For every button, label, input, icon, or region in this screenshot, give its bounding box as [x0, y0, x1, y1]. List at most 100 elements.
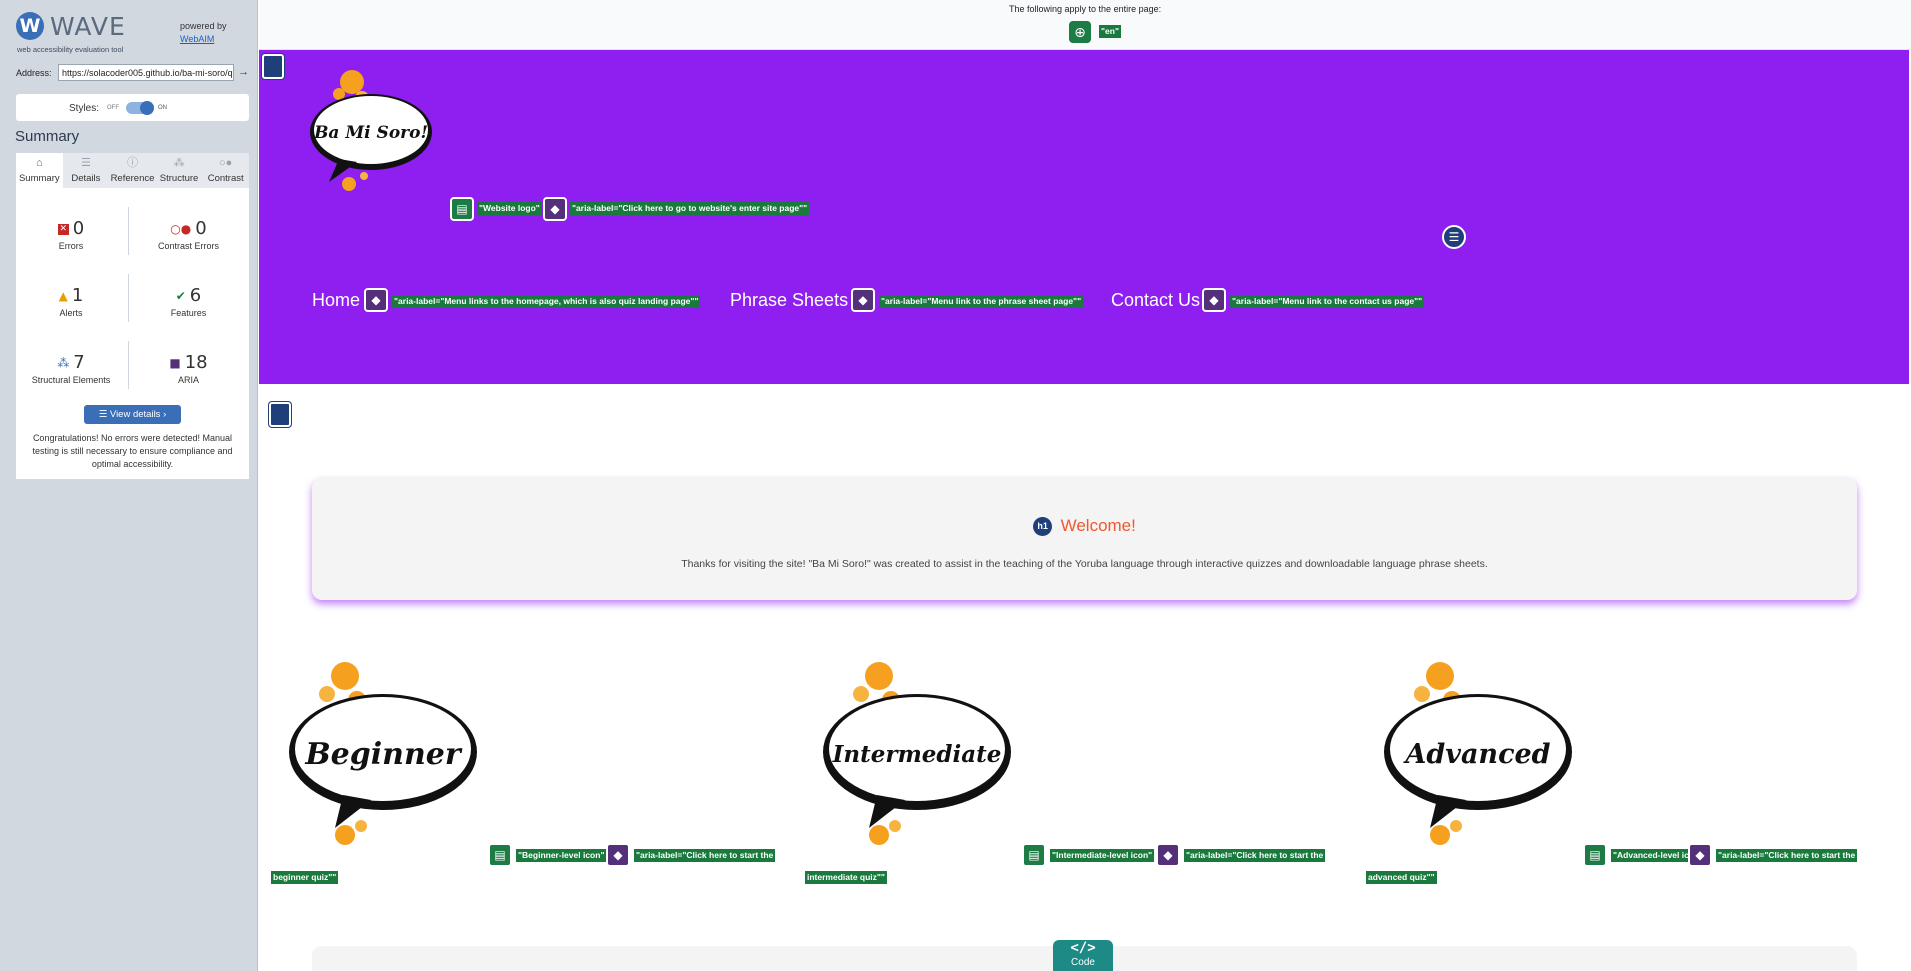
beginner-aria-label: "aria-label="Click here to start the	[634, 849, 776, 862]
go-arrow-icon[interactable]: →	[238, 66, 249, 78]
styles-toggle[interactable]	[126, 101, 154, 115]
styles-toggle-row: Styles: OFF ON	[16, 94, 249, 121]
aria-tag-icon[interactable]: ◆	[543, 197, 567, 221]
errors-stat[interactable]: ✕ 0 Errors	[16, 218, 126, 251]
header-landmark-icon[interactable]	[262, 54, 284, 79]
styles-off-label: OFF	[107, 105, 119, 111]
features-stat[interactable]: ✔ 6 Features	[128, 285, 249, 318]
view-details-label: View details ›	[109, 409, 167, 420]
errors-count: 0	[72, 218, 85, 239]
nav-phrase-sheets[interactable]: Phrase Sheets	[730, 290, 848, 311]
main-content: h1 Welcome! Thanks for visiting the site…	[259, 384, 1911, 971]
features-count: 6	[189, 285, 202, 306]
styles-on-label: ON	[158, 105, 167, 111]
advanced-aria-label: "aria-label="Click here to start the	[1716, 849, 1858, 862]
beginner-word: Beginner	[304, 737, 463, 772]
welcome-text: Thanks for visiting the site! "Ba Mi Sor…	[681, 558, 1488, 570]
h1-badge-icon[interactable]: h1	[1033, 516, 1053, 536]
alt-text-icon[interactable]: ▤	[488, 843, 512, 867]
congratulations-text: Congratulations! No errors were detected…	[32, 433, 233, 469]
tab-contrast[interactable]: ○● Contrast	[202, 153, 249, 188]
aria-tag-icon[interactable]: ◆	[1202, 288, 1226, 312]
list-icon: ☰	[80, 157, 91, 169]
list-icon: ☰	[98, 409, 110, 420]
alert-icon: ▲	[58, 289, 68, 303]
wave-brand: W WAVE web accessibility evaluation tool…	[14, 10, 254, 56]
logo-alt-label: "Website logo"	[477, 202, 542, 215]
nav-contact-us[interactable]: Contact Us	[1111, 290, 1200, 311]
nav-home[interactable]: Home	[312, 290, 360, 311]
aria-tag-icon[interactable]: ◆	[851, 288, 875, 312]
main-landmark-icon[interactable]	[269, 402, 291, 427]
tab-contrast-label: Contrast	[207, 173, 244, 184]
view-details-button[interactable]: ☰ View details ›	[84, 405, 181, 424]
beginner-level: Beginner ▤ "Beginner-level icon" ◆ "aria…	[271, 660, 811, 900]
intermediate-aria-label: "aria-label="Click here to start the	[1184, 849, 1326, 862]
errors-label: Errors	[58, 241, 84, 251]
tab-structure-label: Structure	[159, 173, 199, 184]
toggle-knob	[140, 101, 154, 115]
list-structure-icon[interactable]: ☰	[1442, 225, 1466, 249]
structural-label: Structural Elements	[31, 375, 111, 385]
advanced-level-icon[interactable]: Advanced	[1378, 660, 1578, 850]
wave-name: WAVE	[50, 12, 126, 41]
intermediate-word: Intermediate	[832, 741, 1002, 768]
alt-text-icon[interactable]: ▤	[1022, 843, 1046, 867]
aria-tag-icon[interactable]: ◆	[1688, 843, 1712, 867]
tab-summary[interactable]: ⌂ Summary	[16, 153, 63, 188]
brand-logo[interactable]: Ba Mi Soro!	[309, 64, 439, 192]
welcome-title: Welcome!	[1060, 516, 1136, 535]
globe-icon[interactable]: ⊕	[1069, 21, 1091, 43]
lang-label: "en"	[1099, 25, 1121, 38]
aria-tag-icon[interactable]: ◆	[606, 843, 630, 867]
aria-tag-icon[interactable]: ◆	[1156, 843, 1180, 867]
tab-reference-label: Reference	[110, 173, 155, 184]
tab-details[interactable]: ☰ Details	[63, 153, 110, 188]
features-label: Features	[170, 308, 207, 318]
code-icon: </>	[1070, 940, 1096, 956]
wave-subtitle: web accessibility evaluation tool	[17, 45, 124, 54]
alt-text-icon[interactable]: ▤	[450, 197, 474, 221]
error-icon: ✕	[57, 223, 69, 235]
address-input[interactable]: https://solacoder005.github.io/ba-mi-sor…	[58, 64, 234, 81]
tab-details-label: Details	[71, 173, 101, 184]
logo-aria-label: "aria-label="Click here to go to website…	[570, 202, 810, 215]
aria-label: ARIA	[177, 375, 199, 385]
beginner-aria-label-cont: beginner quiz""	[271, 871, 339, 884]
code-label: Code	[1071, 957, 1095, 968]
tab-reference[interactable]: ⓘ Reference	[109, 153, 156, 188]
intermediate-alt-label: "Intermediate-level icon"	[1050, 849, 1155, 862]
powered-by-text: powered by	[180, 21, 227, 31]
aria-tag-icon[interactable]: ◆	[364, 288, 388, 312]
intermediate-aria-label-cont: intermediate quiz""	[805, 871, 887, 884]
tab-structure[interactable]: ⁂ Structure	[156, 153, 203, 188]
alerts-count: 1	[71, 285, 84, 306]
home-icon: ⌂	[35, 157, 43, 169]
contrast-error-icon: ○●	[170, 222, 192, 236]
code-toggle-button[interactable]: </> Code	[1053, 940, 1113, 971]
aria-cube-icon: ■	[169, 356, 181, 370]
alerts-stat[interactable]: ▲ 1 Alerts	[16, 285, 126, 318]
intermediate-level-icon[interactable]: Intermediate	[817, 660, 1017, 850]
structure-icon: ⁂	[57, 356, 70, 370]
brand-logo-text: Ba Mi Soro!	[313, 123, 428, 143]
site-header: Ba Mi Soro! ▤ "Website logo" ◆ "aria-lab…	[259, 50, 1909, 384]
welcome-heading-row: h1 Welcome!	[312, 516, 1857, 536]
aria-stat[interactable]: ■ 18 ARIA	[128, 352, 249, 385]
structural-stat[interactable]: ⁂ 7 Structural Elements	[16, 352, 126, 385]
tab-summary-label: Summary	[18, 173, 60, 184]
apply-text: The following apply to the entire page:	[1009, 4, 1162, 14]
contrast-errors-stat[interactable]: ○● 0 Contrast Errors	[128, 218, 249, 251]
address-label: Address:	[16, 68, 52, 78]
beginner-level-icon[interactable]: Beginner	[283, 660, 483, 850]
advanced-word: Advanced	[1402, 739, 1550, 770]
alt-text-icon[interactable]: ▤	[1583, 843, 1607, 867]
summary-panel: ⌂ Summary ☰ Details ⓘ Reference ⁂ Struct…	[16, 153, 249, 479]
nav-phrase-aria-label: "aria-label="Menu link to the phrase she…	[879, 295, 1084, 308]
summary-title: Summary	[15, 128, 80, 145]
structural-count: 7	[73, 352, 85, 373]
nav-home-aria-label: "aria-label="Menu links to the homepage,…	[392, 295, 701, 308]
webaim-link[interactable]: WebAIM	[180, 33, 227, 46]
panel-tabs: ⌂ Summary ☰ Details ⓘ Reference ⁂ Struct…	[16, 153, 249, 188]
aria-count: 18	[184, 352, 208, 373]
